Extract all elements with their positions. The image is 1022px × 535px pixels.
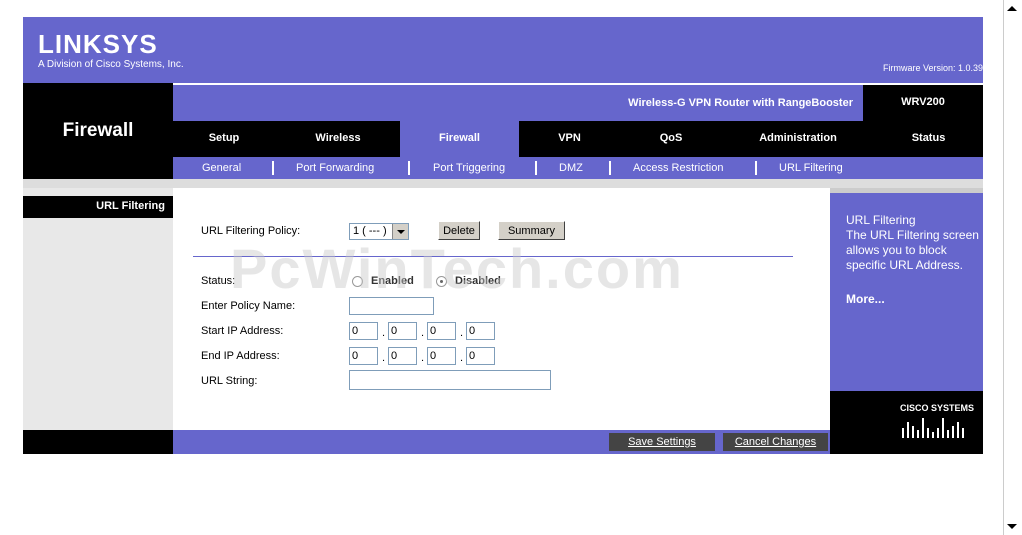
cancel-changes-button[interactable]: Cancel Changes xyxy=(723,433,828,451)
tab-setup[interactable]: Setup xyxy=(173,121,275,157)
tab-qos[interactable]: QoS xyxy=(620,121,722,157)
scroll-up-icon[interactable] xyxy=(1007,6,1017,11)
model-name: WRV200 xyxy=(863,83,983,121)
header-banner: LINKSYS A Division of Cisco Systems, Inc… xyxy=(23,17,983,83)
ip-dot: . xyxy=(460,352,464,364)
policy-name-label: Enter Policy Name: xyxy=(201,300,296,312)
separator xyxy=(272,161,274,175)
main-content: URL Filtering Policy: 1 ( --- ) Delete S… xyxy=(173,188,830,430)
help-line-3: specific URL Address. xyxy=(846,258,963,272)
start-ip-label: Start IP Address: xyxy=(201,325,284,337)
tab-administration[interactable]: Administration xyxy=(722,121,874,157)
footer-left xyxy=(23,430,173,454)
end-ip-label: End IP Address: xyxy=(201,350,280,362)
linksys-logo: LINKSYS xyxy=(38,29,158,59)
scroll-down-icon[interactable] xyxy=(1007,524,1017,529)
sub-tabs: General Port Forwarding Port Triggering … xyxy=(173,157,983,180)
cisco-bars-icon xyxy=(902,418,964,438)
end-ip-octet-2[interactable]: 0 xyxy=(388,347,417,365)
tab-wireless[interactable]: Wireless xyxy=(275,121,401,157)
help-line-1: The URL Filtering screen xyxy=(846,228,979,242)
subtab-dmz[interactable]: DMZ xyxy=(559,157,583,179)
start-ip-octet-3[interactable]: 0 xyxy=(427,322,456,340)
start-ip-octet-2[interactable]: 0 xyxy=(388,322,417,340)
separator xyxy=(609,161,611,175)
subtab-port-triggering[interactable]: Port Triggering xyxy=(433,157,505,179)
vertical-scrollbar[interactable] xyxy=(1003,0,1022,535)
end-ip-octet-4[interactable]: 0 xyxy=(466,347,495,365)
help-line-2: allows you to block xyxy=(846,243,947,257)
footer-bar: Save Settings Cancel Changes xyxy=(173,430,830,454)
left-column xyxy=(23,188,173,430)
separator xyxy=(755,161,757,175)
ip-dot: . xyxy=(421,327,425,339)
ip-dot: . xyxy=(382,327,386,339)
more-link[interactable]: More... xyxy=(846,292,986,307)
url-string-label: URL String: xyxy=(201,375,258,387)
firmware-version: Firmware Version: 1.0.39 xyxy=(882,63,983,73)
ip-dot: . xyxy=(382,352,386,364)
save-settings-button[interactable]: Save Settings xyxy=(609,433,715,451)
start-ip-octet-4[interactable]: 0 xyxy=(466,322,495,340)
ip-dot: . xyxy=(460,327,464,339)
end-ip-octet-3[interactable]: 0 xyxy=(427,347,456,365)
separator xyxy=(408,161,410,175)
main-tabs: Setup Wireless Firewall VPN QoS Administ… xyxy=(173,121,983,157)
tab-status[interactable]: Status xyxy=(874,121,983,157)
tab-firewall[interactable]: Firewall xyxy=(400,121,519,157)
watermark: PcWinTech.com xyxy=(230,237,684,300)
subtab-access-restriction[interactable]: Access Restriction xyxy=(633,157,723,179)
start-ip-octet-1[interactable]: 0 xyxy=(349,322,378,340)
separator xyxy=(535,161,537,175)
ip-dot: . xyxy=(421,352,425,364)
logo-subtitle: A Division of Cisco Systems, Inc. xyxy=(38,59,184,70)
product-name: Wireless-G VPN Router with RangeBooster xyxy=(628,97,853,109)
divider-strip xyxy=(23,179,983,188)
help-title: URL Filtering xyxy=(846,213,916,227)
cisco-logo: CISCO SYSTEMS xyxy=(830,391,983,454)
subtab-general[interactable]: General xyxy=(202,157,241,179)
tab-vpn[interactable]: VPN xyxy=(519,121,620,157)
end-ip-octet-1[interactable]: 0 xyxy=(349,347,378,365)
subtab-url-filtering[interactable]: URL Filtering xyxy=(779,157,843,179)
url-string-input[interactable] xyxy=(349,370,551,390)
page-title: Firewall xyxy=(62,120,134,141)
cisco-label: CISCO SYSTEMS xyxy=(900,403,975,413)
subtab-port-forwarding[interactable]: Port Forwarding xyxy=(296,157,374,179)
product-bar: Wireless-G VPN Router with RangeBooster xyxy=(173,83,863,121)
section-label: URL Filtering xyxy=(23,196,173,218)
